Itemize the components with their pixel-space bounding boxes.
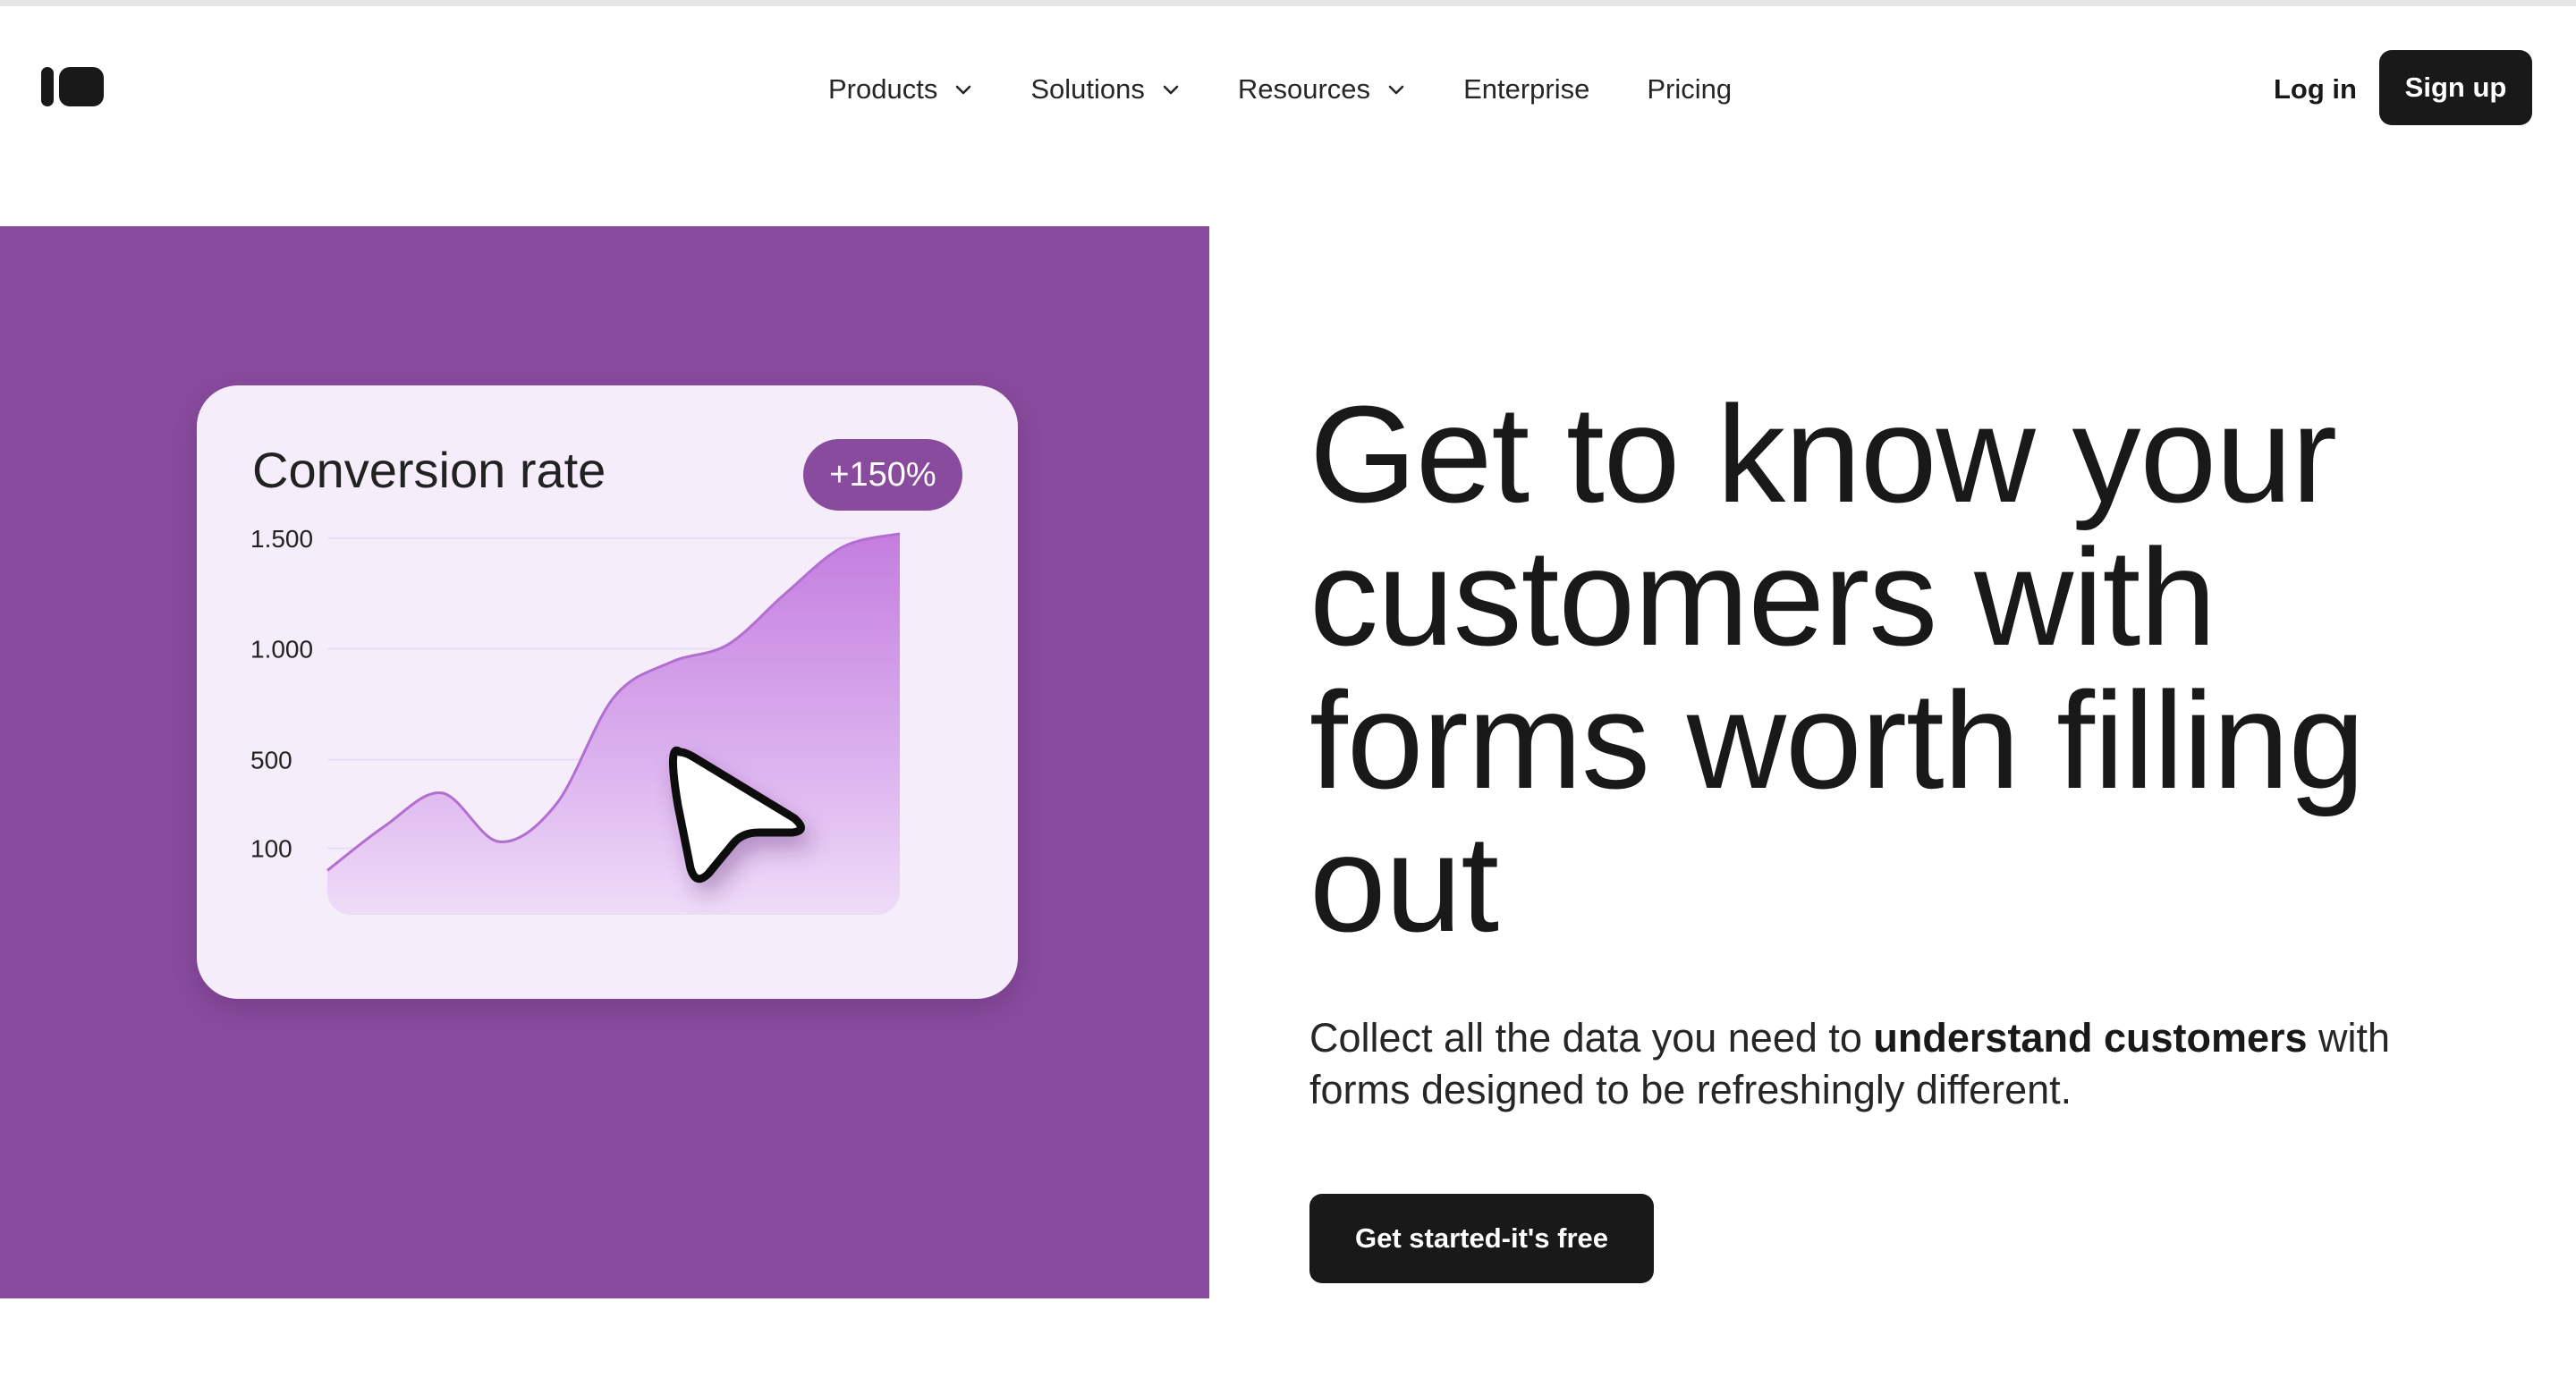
chevron-down-icon — [1163, 85, 1179, 95]
y-tick-label: 100 — [250, 835, 292, 863]
get-started-button[interactable]: Get started-it's free — [1309, 1194, 1654, 1283]
chevron-down-icon — [956, 85, 971, 95]
nav-pricing[interactable]: Pricing — [1647, 73, 1732, 106]
hero-illustration-panel: 1.500 1.000 500 100 Conversion rate +150% — [0, 226, 1209, 1298]
card-title: Conversion rate — [252, 442, 606, 498]
login-link[interactable]: Log in — [2274, 67, 2357, 112]
y-tick-label: 1.500 — [250, 525, 313, 553]
chart-area-fill — [327, 533, 900, 915]
nav-enterprise-label: Enterprise — [1463, 73, 1590, 105]
y-tick-label: 1.000 — [250, 636, 313, 664]
growth-badge: +150% — [803, 439, 962, 511]
top-border — [0, 0, 2576, 6]
main-nav: Products Solutions Resources Enterprise … — [828, 67, 1732, 112]
nav-pricing-label: Pricing — [1647, 73, 1733, 105]
signup-button[interactable]: Sign up — [2379, 50, 2532, 125]
brand-logo-icon[interactable] — [41, 67, 104, 106]
nav-products-label: Products — [828, 73, 938, 105]
chevron-down-icon — [1388, 85, 1404, 95]
nav-resources-label: Resources — [1237, 73, 1371, 105]
nav-resources[interactable]: Resources — [1238, 73, 1406, 106]
subtext-part-1: Collect all the data you need to — [1309, 1015, 1874, 1061]
y-tick-label: 500 — [250, 747, 292, 774]
nav-solutions[interactable]: Solutions — [1030, 73, 1181, 106]
nav-solutions-label: Solutions — [1030, 73, 1145, 105]
subtext-bold: understand customers — [1873, 1015, 2308, 1061]
nav-enterprise[interactable]: Enterprise — [1463, 73, 1589, 106]
hero-headline: Get to know your customers with forms wo… — [1309, 377, 2365, 960]
conversion-card: 1.500 1.000 500 100 Conversion rate +150% — [197, 385, 1018, 999]
site-header: Products Solutions Resources Enterprise … — [0, 6, 2576, 167]
nav-products[interactable]: Products — [828, 73, 973, 106]
hero-subtext: Collect all the data you need to underst… — [1309, 1012, 2472, 1116]
